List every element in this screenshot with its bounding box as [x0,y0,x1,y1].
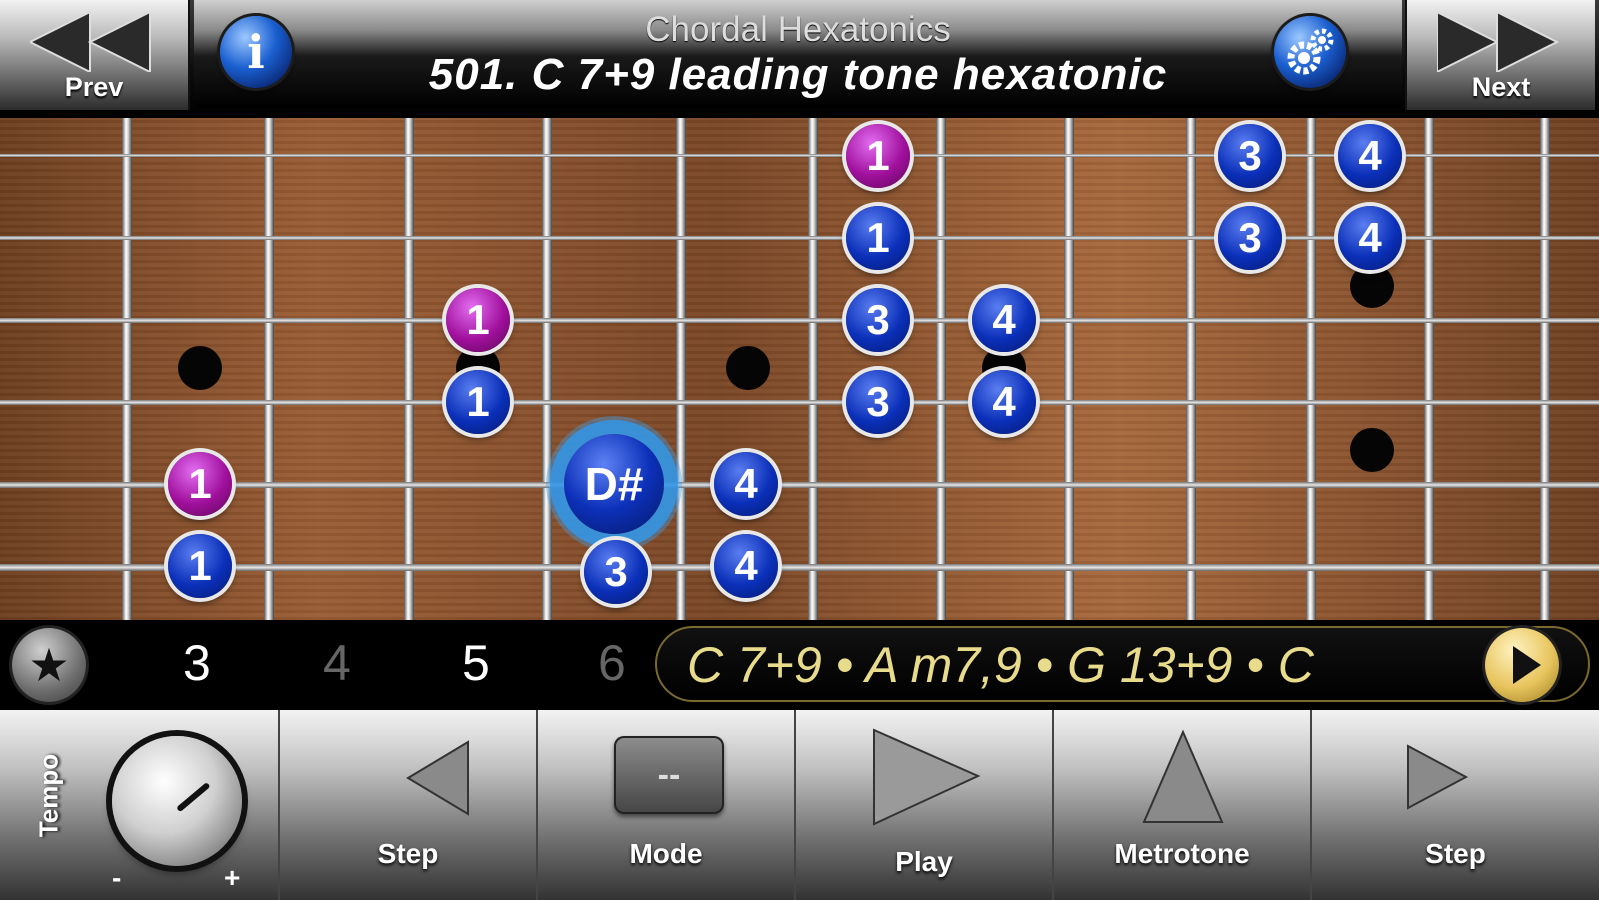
chord-progression-text: C 7+9 • A m7,9 • G 13+9 • C [687,637,1314,693]
guitar-string [0,564,1599,571]
fret [1064,118,1074,620]
guitar-string [0,400,1599,405]
step-forward-button[interactable]: Step [1310,710,1599,900]
fret-note[interactable]: 1 [846,206,910,270]
metrotone-button[interactable]: Metrotone [1052,710,1310,900]
fret [808,118,818,620]
fret-note[interactable]: 4 [972,288,1036,352]
fret-inlay-dot [1350,428,1394,472]
fret [1306,118,1316,620]
fret [404,118,414,620]
tempo-panel: Tempo - + [0,710,278,900]
title-box: Chordal Hexatonics 501. C 7+9 leading to… [194,0,1402,108]
page-subtitle: Chordal Hexatonics [645,10,951,49]
fret-note[interactable]: 3 [1218,206,1282,270]
position-4[interactable]: 4 [323,634,351,692]
metrotone-label: Metrotone [1114,838,1250,869]
play-circle-icon [1513,646,1541,684]
next-label: Next [1471,72,1531,102]
play-label: Play [895,846,953,877]
mode-display: -- [614,736,724,814]
fret-inlay-dot [1350,264,1394,308]
tempo-label: Tempo [33,753,64,838]
chord-progression-box[interactable]: C 7+9 • A m7,9 • G 13+9 • C [655,626,1590,702]
prev-button[interactable]: Prev [0,0,190,110]
position-strip: ★ 3 4 5 6 C 7+9 • A m7,9 • G 13+9 • C [0,620,1599,710]
fret-note[interactable]: 1 [446,288,510,352]
fret-note[interactable]: 4 [972,370,1036,434]
fret-note[interactable]: 3 [846,288,910,352]
gear-icon [1287,28,1334,75]
info-button[interactable]: i [220,16,292,88]
fret-inlay-dot [726,346,770,390]
fret-note[interactable]: 1 [446,370,510,434]
mode-button[interactable]: -- Mode [536,710,794,900]
page-title: 501. C 7+9 leading tone hexatonic [428,50,1168,99]
fret-note[interactable]: 4 [714,452,778,516]
tempo-plus[interactable]: + [224,862,240,894]
active-fret-note[interactable]: D# [564,434,664,534]
mode-label: Mode [629,838,703,869]
step-back-icon [406,740,469,816]
fret [936,118,946,620]
fast-forward-icon [1437,12,1560,72]
top-bar: Prev Chordal Hexatonics 501. C 7+9 leadi… [0,0,1599,118]
tempo-minus[interactable]: - [112,862,121,894]
fret-note[interactable]: 3 [584,540,648,604]
star-icon: ★ [28,639,70,691]
fret-note[interactable]: 3 [1218,124,1282,188]
fret [1424,118,1434,620]
control-bar: Tempo - + Step -- Mode Play Metrotone St… [0,710,1599,900]
prev-label: Prev [64,72,124,102]
step-forward-label: Step [1425,838,1486,869]
next-button[interactable]: Next [1405,0,1595,110]
fret [1186,118,1196,620]
fret-note[interactable]: 1 [846,124,910,188]
progression-play-button[interactable] [1485,628,1559,702]
step-back-label: Step [377,838,439,869]
settings-button[interactable] [1274,16,1346,88]
fret-note[interactable]: 4 [1338,206,1402,270]
position-5[interactable]: 5 [462,634,490,692]
fret [542,118,552,620]
step-back-button[interactable]: Step [278,710,536,900]
tempo-knob[interactable] [112,736,242,866]
step-forward-icon [1407,744,1469,810]
fret-note[interactable]: 1 [168,452,232,516]
fretboard[interactable]: 1 3 4 1 3 4 1 3 4 1 3 4 1 D# 4 1 3 4 [0,118,1599,620]
guitar-string [0,482,1599,488]
fret [122,118,132,620]
info-icon: i [247,25,265,79]
fret [1540,118,1550,620]
fret [676,118,686,620]
fret [264,118,274,620]
fret-note[interactable]: 4 [714,534,778,598]
metronome-icon [1142,729,1224,823]
position-3[interactable]: 3 [183,634,211,692]
guitar-string [0,318,1599,323]
play-icon [873,728,981,826]
fret-inlay-dot [178,346,222,390]
fret-note[interactable]: 1 [168,534,232,598]
fret-note[interactable]: 3 [846,370,910,434]
position-6[interactable]: 6 [598,634,626,692]
favorite-button[interactable]: ★ [12,628,86,702]
fret-note[interactable]: 4 [1338,124,1402,188]
rewind-icon [30,12,151,72]
play-button[interactable]: Play [794,710,1052,900]
